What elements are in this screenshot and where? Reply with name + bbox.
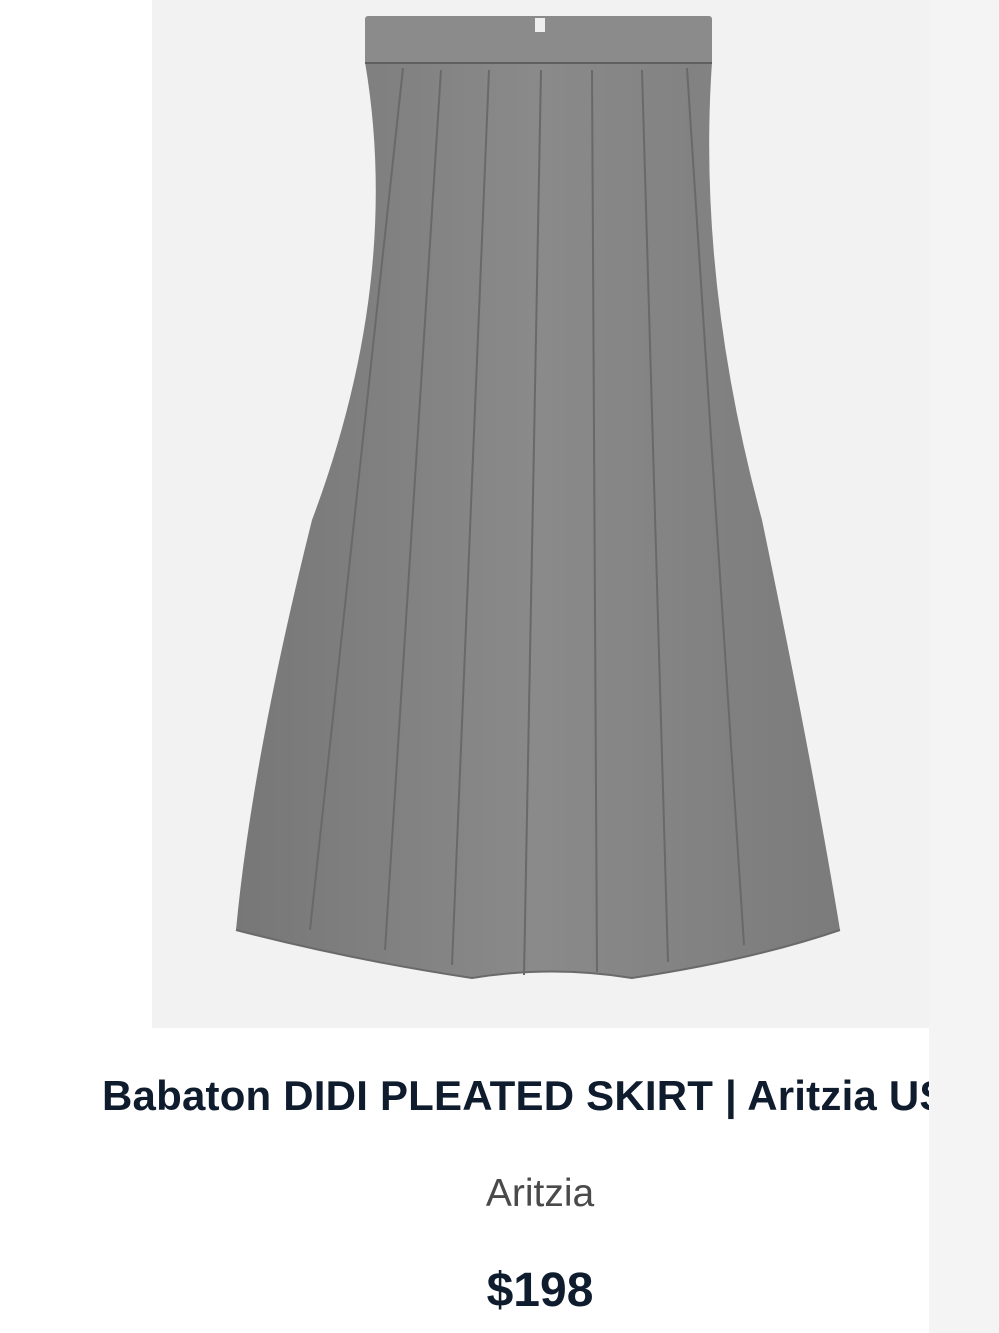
product-price: $198 [486,1264,594,1317]
page-background-edge [929,0,999,1333]
product-title[interactable]: Babaton DIDI PLEATED SKIRT | Aritzia US [102,1070,929,1122]
pleated-skirt-image-icon [235,16,841,980]
product-image[interactable] [152,0,929,1028]
product-brand: Aritzia [485,1172,595,1215]
product-card[interactable]: Babaton DIDI PLEATED SKIRT | Aritzia US … [0,0,929,1333]
